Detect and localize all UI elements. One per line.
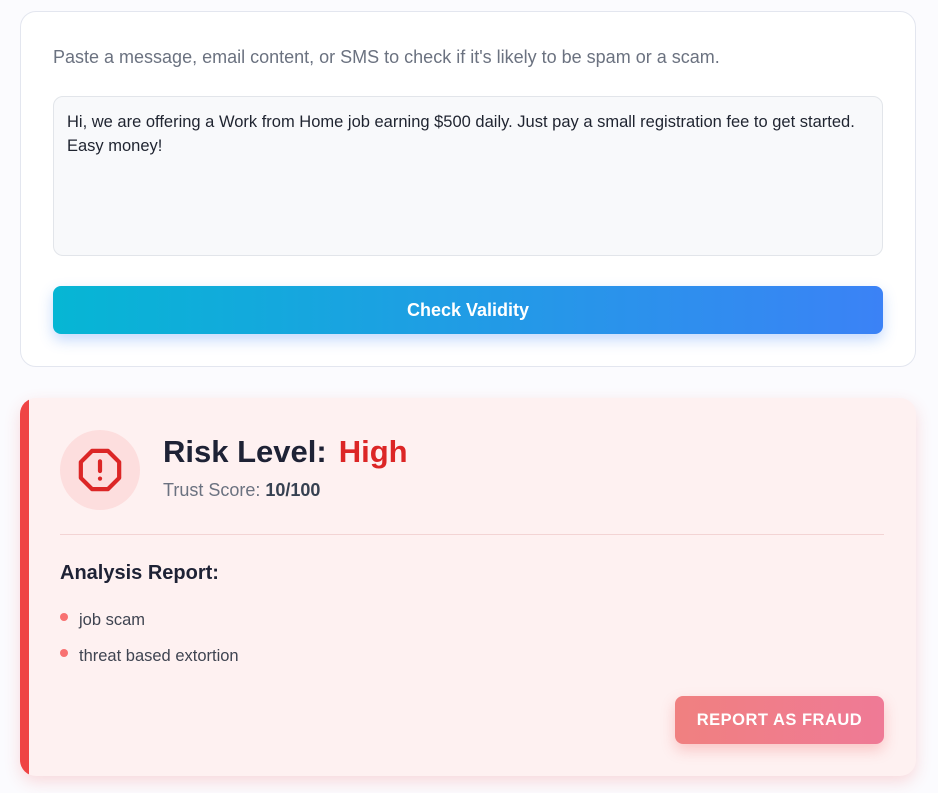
finding-text: threat based extortion <box>79 646 239 665</box>
bullet-icon <box>60 613 68 621</box>
alert-octagon-icon <box>78 448 122 492</box>
analysis-report-title: Analysis Report: <box>60 562 219 584</box>
check-validity-button[interactable]: Check Validity <box>53 286 883 334</box>
message-input[interactable]: Hi, we are offering a Work from Home job… <box>53 96 883 256</box>
bullet-icon <box>60 649 68 657</box>
alert-icon-badge <box>60 430 140 510</box>
analysis-findings-list: job scam threat based extortion <box>60 602 239 674</box>
input-card: Paste a message, email content, or SMS t… <box>20 11 916 367</box>
risk-level: Risk Level: High <box>163 434 408 470</box>
list-item: job scam <box>60 602 239 638</box>
risk-level-value: High <box>338 434 408 469</box>
risk-accent-bar <box>20 398 29 776</box>
list-item: threat based extortion <box>60 638 239 674</box>
trust-score-value: 10/100 <box>265 480 321 500</box>
instructions-text: Paste a message, email content, or SMS t… <box>53 47 720 67</box>
trust-score: Trust Score: 10/100 <box>163 480 320 501</box>
risk-level-label: Risk Level: <box>163 434 327 469</box>
result-card: Risk Level: High Trust Score: 10/100 Ana… <box>20 398 916 776</box>
trust-score-label: Trust Score: <box>163 480 261 500</box>
report-fraud-button[interactable]: REPORT AS FRAUD <box>675 696 884 744</box>
finding-text: job scam <box>79 610 146 629</box>
divider <box>60 534 884 535</box>
